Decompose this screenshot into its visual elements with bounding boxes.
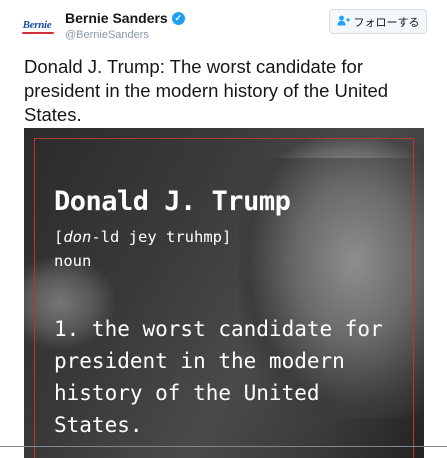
bottom-divider: [0, 446, 447, 447]
definition-text: 1. the worst candidate for president in …: [54, 317, 383, 437]
add-user-icon: [337, 15, 350, 29]
avatar-logo-text: Bernie: [22, 19, 52, 31]
definition-term: Donald J. Trump: [54, 186, 291, 217]
avatar-swoosh: [22, 32, 54, 34]
tweet-image[interactable]: Donald J. Trump [don-ld jey truhmp] noun…: [24, 128, 424, 458]
definition-part-of-speech: noun: [54, 252, 92, 270]
author-name-row[interactable]: Bernie Sanders ✓: [65, 10, 185, 26]
tweet-text: Donald J. Trump: The worst candidate for…: [24, 56, 389, 125]
author-handle[interactable]: @BernieSanders: [65, 29, 149, 41]
verified-badge-icon: ✓: [171, 11, 185, 25]
definition-pronunciation: [don-ld jey truhmp]: [54, 228, 232, 246]
follow-button[interactable]: フォローする: [329, 9, 427, 34]
author-name[interactable]: Bernie Sanders: [65, 10, 168, 26]
follow-label: フォローする: [353, 16, 420, 29]
avatar[interactable]: Bernie: [18, 10, 56, 40]
tweet-header: Bernie Bernie Sanders ✓ @BernieSanders フ…: [0, 0, 447, 52]
